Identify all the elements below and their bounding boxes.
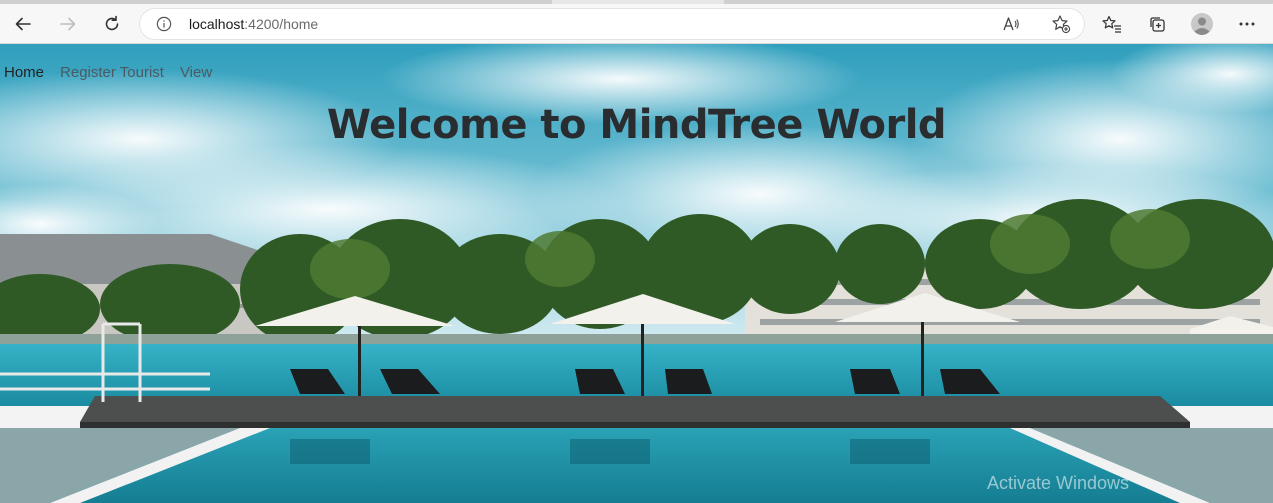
favorites-icon: [1102, 15, 1121, 33]
url-text[interactable]: localhost:4200/home: [189, 16, 318, 32]
url-path: :4200/home: [244, 16, 319, 32]
page-viewport: Home Register Tourist View Welcome to Mi…: [0, 44, 1273, 503]
read-aloud-icon: [1003, 17, 1019, 31]
info-icon[interactable]: [156, 16, 172, 32]
more-icon: [1239, 22, 1255, 26]
add-favorite-button[interactable]: [1050, 13, 1072, 35]
collections-button[interactable]: [1142, 10, 1172, 38]
back-button[interactable]: [8, 10, 38, 38]
read-aloud-button[interactable]: [1000, 13, 1022, 35]
address-bar[interactable]: localhost:4200/home: [140, 9, 1084, 39]
favorites-button[interactable]: [1097, 10, 1127, 38]
main-nav: Home Register Tourist View: [4, 64, 212, 81]
profile-button[interactable]: [1187, 10, 1217, 38]
refresh-button[interactable]: [97, 10, 127, 38]
refresh-icon: [105, 15, 119, 31]
browser-toolbar: localhost:4200/home: [0, 4, 1273, 44]
nav-link-home[interactable]: Home: [4, 64, 44, 81]
avatar: [1191, 13, 1213, 35]
forward-button[interactable]: [53, 10, 83, 38]
forward-arrow-icon: [60, 17, 76, 31]
windows-activation-watermark: Activate Windows: [987, 473, 1130, 493]
settings-menu-button[interactable]: [1232, 10, 1262, 38]
star-plus-icon: [1052, 15, 1071, 34]
page-title: Welcome to MindTree World: [326, 102, 947, 148]
url-host: localhost: [189, 16, 245, 32]
nav-link-view[interactable]: View: [180, 64, 212, 81]
collections-icon: [1150, 17, 1165, 32]
back-arrow-icon: [15, 17, 31, 31]
nav-link-register-tourist[interactable]: Register Tourist: [60, 64, 164, 81]
